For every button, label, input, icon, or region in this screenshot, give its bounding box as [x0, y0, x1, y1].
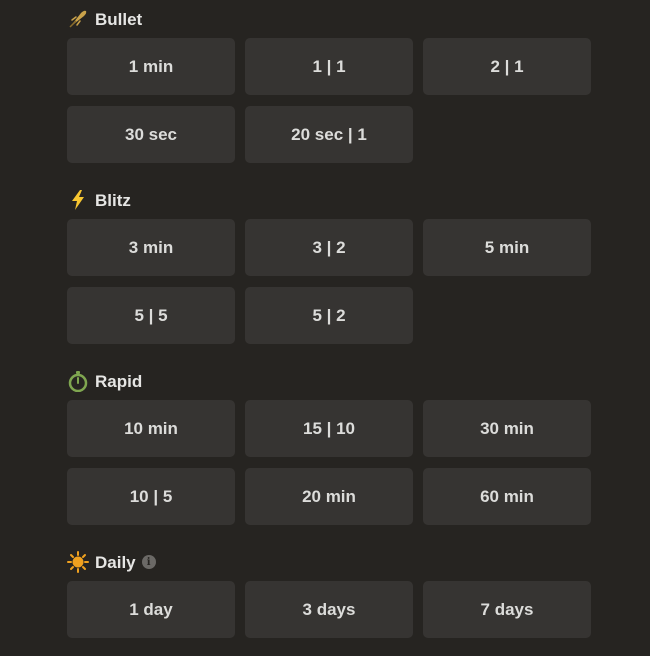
section-title-daily: Daily — [95, 552, 136, 572]
time-button-10-min[interactable]: 10 min — [67, 400, 235, 457]
stopwatch-icon — [67, 370, 89, 392]
time-button-10-5[interactable]: 10 | 5 — [67, 468, 235, 525]
time-button-5-5[interactable]: 5 | 5 — [67, 287, 235, 344]
info-icon[interactable]: i — [141, 555, 156, 569]
section-title-blitz: Blitz — [95, 190, 131, 210]
section-header-rapid: Rapid — [67, 362, 592, 400]
bullet-icon — [67, 8, 89, 30]
section-header-blitz: Blitz — [67, 181, 592, 219]
section-header-bullet: Bullet — [67, 0, 592, 38]
time-button-1-1[interactable]: 1 | 1 — [245, 38, 413, 95]
time-button-20-sec-1[interactable]: 20 sec | 1 — [245, 106, 413, 163]
sun-icon — [67, 551, 89, 573]
section-bullet: Bullet 1 min 1 | 1 2 | 1 30 sec 20 sec |… — [67, 0, 592, 163]
section-daily: Daily i 1 day 3 days 7 days — [67, 543, 592, 638]
time-button-15-10[interactable]: 15 | 10 — [245, 400, 413, 457]
time-button-20-min[interactable]: 20 min — [245, 468, 413, 525]
time-button-3-2[interactable]: 3 | 2 — [245, 219, 413, 276]
time-button-5-min[interactable]: 5 min — [423, 219, 591, 276]
section-header-daily: Daily i — [67, 543, 592, 581]
time-button-60-min[interactable]: 60 min — [423, 468, 591, 525]
time-button-30-min[interactable]: 30 min — [423, 400, 591, 457]
lightning-icon — [67, 189, 89, 211]
time-button-1-min[interactable]: 1 min — [67, 38, 235, 95]
time-button-7-days[interactable]: 7 days — [423, 581, 591, 638]
section-blitz: Blitz 3 min 3 | 2 5 min 5 | 5 5 | 2 — [67, 181, 592, 344]
section-title-bullet: Bullet — [95, 9, 143, 29]
time-control-panel: Bullet 1 min 1 | 1 2 | 1 30 sec 20 sec |… — [67, 0, 592, 656]
time-button-30-sec[interactable]: 30 sec — [67, 106, 235, 163]
section-title-rapid: Rapid — [95, 371, 143, 391]
time-button-3-min[interactable]: 3 min — [67, 219, 235, 276]
time-button-3-days[interactable]: 3 days — [245, 581, 413, 638]
time-button-5-2[interactable]: 5 | 2 — [245, 287, 413, 344]
section-rapid: Rapid 10 min 15 | 10 30 min 10 | 5 20 mi… — [67, 362, 592, 525]
time-button-1-day[interactable]: 1 day — [67, 581, 235, 638]
time-button-2-1[interactable]: 2 | 1 — [423, 38, 591, 95]
